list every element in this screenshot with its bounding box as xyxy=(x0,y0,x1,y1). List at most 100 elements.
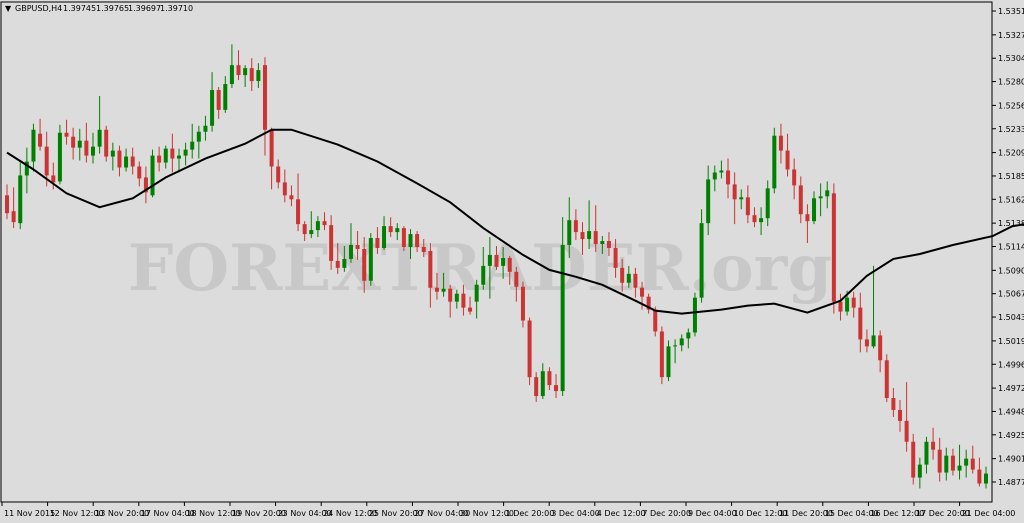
candle-body xyxy=(434,287,439,292)
x-tick-label: 4 Dec 12:00 xyxy=(597,509,646,518)
candle-body xyxy=(838,301,843,312)
candle-body xyxy=(937,449,942,473)
candle-body xyxy=(845,297,850,312)
candle-body xyxy=(395,228,400,233)
y-tick-label: 1.49485 xyxy=(998,407,1024,416)
candle-body xyxy=(917,464,922,478)
y-tick-label: 1.49960 xyxy=(998,360,1024,369)
candle-body xyxy=(507,257,512,272)
candle-body xyxy=(501,257,506,266)
candle-body xyxy=(157,155,162,163)
candle-body xyxy=(567,220,572,246)
candle-body xyxy=(243,68,248,76)
candle-body xyxy=(110,150,115,157)
candle-body xyxy=(190,141,195,150)
candle-body xyxy=(699,223,704,298)
candle-body xyxy=(375,238,380,248)
y-tick-label: 1.50195 xyxy=(998,337,1024,346)
candle-body xyxy=(282,182,287,196)
candle-body xyxy=(984,473,988,484)
candle-body xyxy=(229,65,234,85)
candle-body xyxy=(573,220,578,233)
candle-body xyxy=(620,267,625,283)
candle-body xyxy=(706,179,711,224)
candle-body xyxy=(77,140,82,148)
candle xyxy=(666,340,671,382)
candle-body xyxy=(527,320,532,378)
candle-body xyxy=(428,250,433,288)
candle-body xyxy=(276,166,281,183)
candle-body xyxy=(468,307,473,312)
candle-body xyxy=(302,224,307,235)
y-tick-label: 1.51380 xyxy=(998,219,1024,228)
candle-body xyxy=(322,221,327,226)
candle-body xyxy=(401,228,406,247)
candle-body xyxy=(289,195,294,200)
candle-body xyxy=(203,125,208,132)
candle-body xyxy=(560,245,565,392)
y-tick-label: 1.51620 xyxy=(998,195,1024,204)
y-tick-label: 1.51145 xyxy=(998,243,1024,252)
x-tick-label: 7 Dec 20:00 xyxy=(642,509,691,518)
candle-body xyxy=(57,132,62,182)
x-tick-label: 1 Dec 20:00 xyxy=(506,509,555,518)
candle-body xyxy=(5,195,9,214)
candle-body xyxy=(236,65,241,76)
y-tick-label: 1.53040 xyxy=(998,54,1024,63)
candle-body xyxy=(798,185,803,215)
candle-body xyxy=(520,286,525,321)
candle-body xyxy=(593,231,598,245)
candle-body xyxy=(957,465,962,471)
candle-body xyxy=(534,377,539,397)
candle-body xyxy=(448,288,453,302)
candle-body xyxy=(732,184,737,200)
candle-body xyxy=(210,89,215,126)
candle-body xyxy=(170,148,175,159)
candle-body xyxy=(719,170,724,173)
candle-body xyxy=(256,70,261,82)
candle-body xyxy=(785,150,790,170)
candle-body xyxy=(421,246,426,252)
watermark: FOREXTRADER.org xyxy=(128,231,832,306)
candle-body xyxy=(792,169,797,186)
y-tick-label: 1.50435 xyxy=(998,313,1024,322)
candle-body xyxy=(269,129,274,167)
candle-body xyxy=(71,136,76,148)
x-tick-label: 9 Dec 04:00 xyxy=(688,509,737,518)
candlestick-chart: FOREXTRADER.org ▼ GBPUSD,H4 1.39745 1.39… xyxy=(0,0,1024,523)
candle-body xyxy=(388,226,393,233)
candle-body xyxy=(44,146,49,176)
y-tick-label: 1.52805 xyxy=(998,78,1024,87)
y-tick-label: 1.51855 xyxy=(998,172,1024,181)
y-tick-label: 1.53515 xyxy=(998,7,1024,16)
candle-body xyxy=(309,230,314,235)
candle-body xyxy=(659,331,664,378)
candle xyxy=(692,292,697,337)
candle-body xyxy=(778,135,783,151)
candle-body xyxy=(51,175,56,183)
candle-body xyxy=(335,260,340,268)
candle-body xyxy=(130,156,135,167)
candle-body xyxy=(223,84,228,110)
candle-body xyxy=(825,190,830,197)
candle-body xyxy=(90,146,95,156)
y-tick-label: 1.52090 xyxy=(998,149,1024,158)
candle-body xyxy=(454,293,459,302)
candle-body xyxy=(977,469,982,484)
candle-body xyxy=(481,265,486,285)
dropdown-arrow-icon[interactable]: ▼ xyxy=(5,4,12,13)
candle xyxy=(368,233,373,286)
candle-body xyxy=(355,245,360,249)
candle xyxy=(150,149,155,198)
candle-body xyxy=(587,231,592,240)
candle-body xyxy=(878,335,883,361)
candle-body xyxy=(831,193,836,302)
candle-body xyxy=(137,166,142,179)
candle-body xyxy=(540,371,545,397)
candle-body xyxy=(176,155,181,159)
candle-body xyxy=(924,441,929,465)
candle-body xyxy=(11,211,16,223)
candle-body xyxy=(494,254,499,267)
y-tick-label: 1.52565 xyxy=(998,101,1024,110)
candle-body xyxy=(851,297,856,308)
